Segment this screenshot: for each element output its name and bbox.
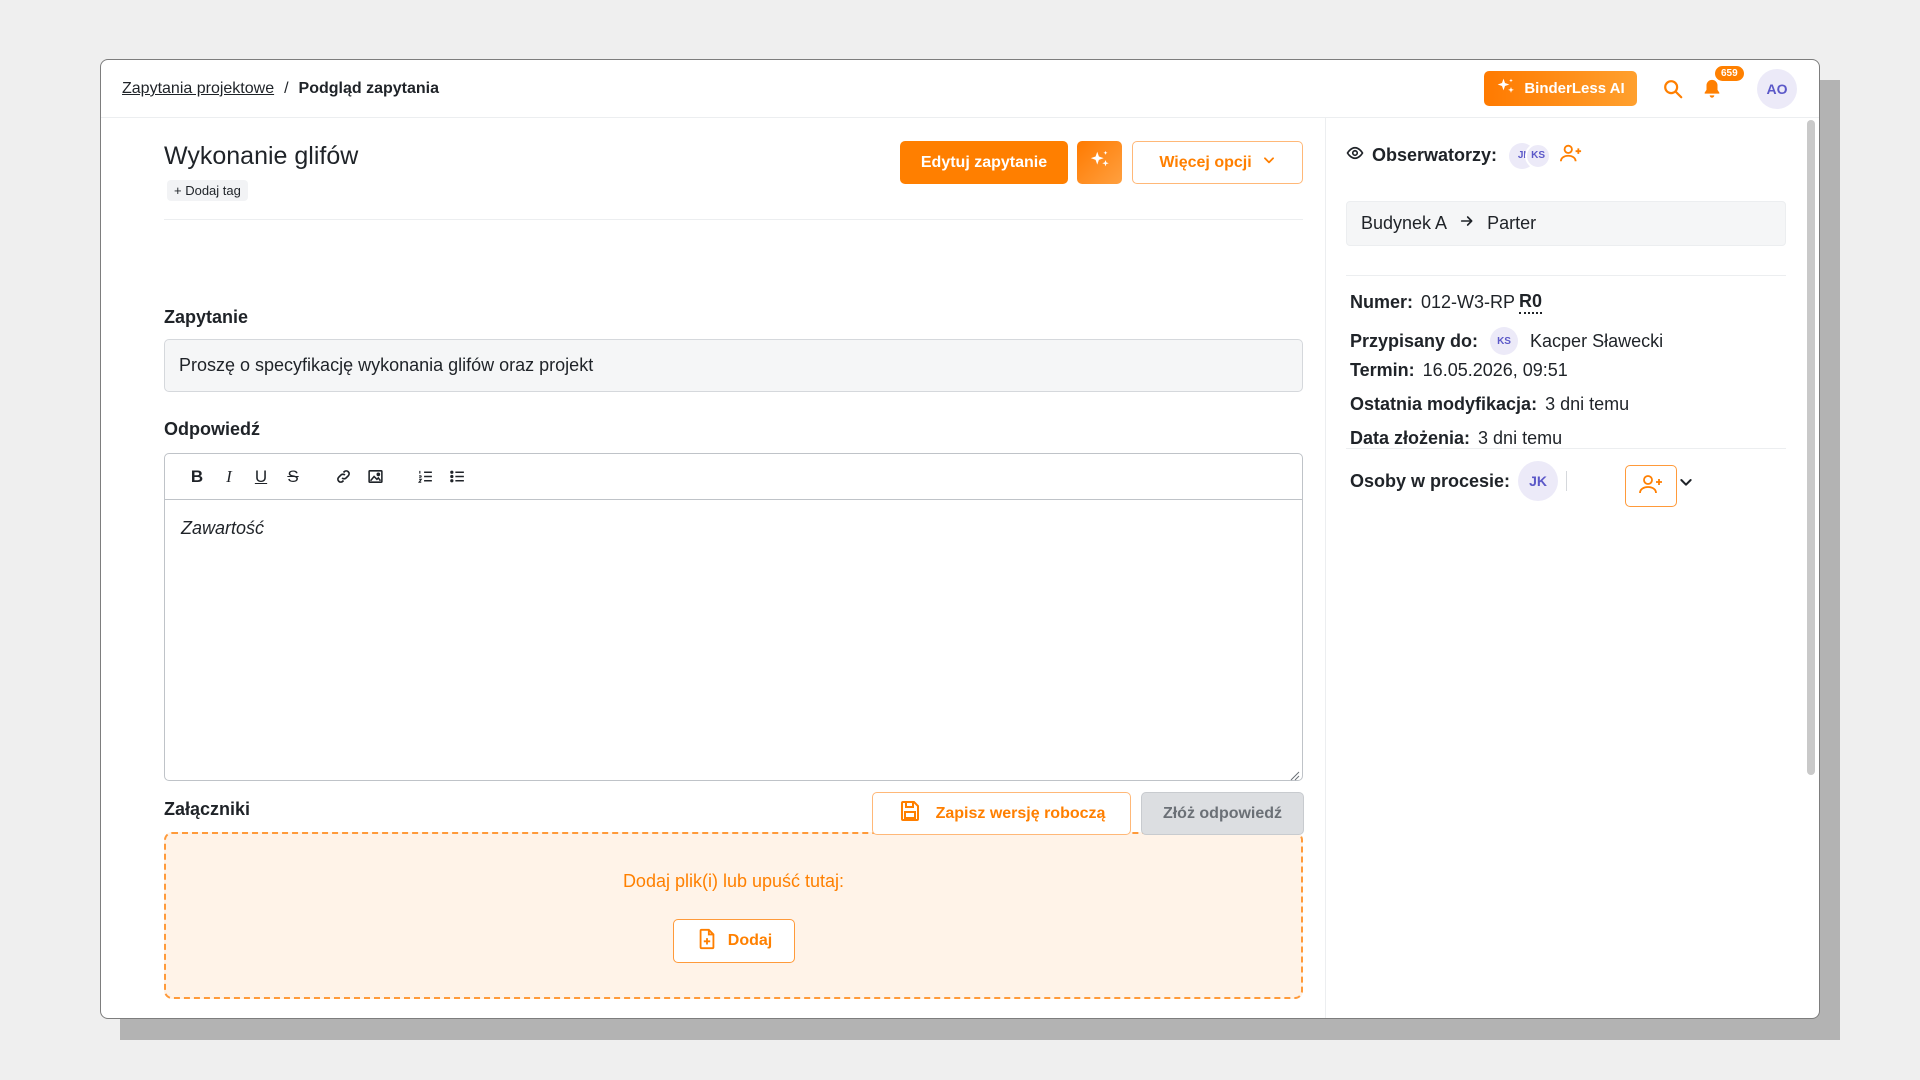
breadcrumb-separator: /	[284, 80, 289, 97]
chevron-down-icon	[1262, 153, 1276, 172]
observers-label: Obserwatorzy:	[1372, 145, 1498, 165]
more-options-button[interactable]: Więcej opcji	[1132, 141, 1303, 184]
people-separator	[1566, 471, 1568, 491]
page-title: Wykonanie glifów	[164, 142, 359, 170]
dropzone-text: Dodaj plik(i) lub upuść tutaj:	[622, 871, 845, 891]
people-label: Osoby w procesie:	[1350, 470, 1511, 491]
save-draft-label: Zapisz wersję roboczą	[935, 804, 1106, 822]
observer-avatar[interactable]: KS	[1525, 142, 1552, 169]
link-icon[interactable]	[327, 464, 359, 490]
edit-request-button[interactable]: Edytuj zapytanie	[900, 141, 1068, 184]
add-file-label: Dodaj	[727, 932, 773, 949]
modified-label: Ostatnia modyfikacja:	[1350, 394, 1538, 414]
app-window: Zapytania projektowe / Podgląd zapytania…	[100, 59, 1820, 1019]
add-file-button[interactable]: Dodaj	[673, 919, 795, 963]
image-icon[interactable]	[359, 464, 391, 490]
observers-row: Obserwatorzy: JI KS	[1346, 142, 1583, 169]
arrow-right-icon	[1459, 213, 1475, 234]
binderless-ai-button[interactable]: BinderLess AI	[1484, 71, 1637, 106]
answer-label: Odpowiedź	[164, 419, 260, 439]
ai-assist-button[interactable]	[1077, 141, 1122, 184]
add-user-icon	[1637, 472, 1665, 501]
inquiry-text-field: Proszę o specyfikację wykonania glifów o…	[164, 339, 1303, 392]
attachments-label: Załączniki	[164, 799, 251, 819]
add-tag-button[interactable]: + Dodaj tag	[167, 180, 248, 201]
answer-editor[interactable]: B I U S Zawartość	[164, 453, 1303, 781]
strikethrough-icon[interactable]: S	[277, 464, 309, 490]
modified-row: Ostatnia modyfikacja: 3 dni temu	[1350, 394, 1629, 415]
revision-badge[interactable]: R0	[1519, 291, 1543, 314]
save-draft-button[interactable]: Zapisz wersję roboczą	[872, 792, 1131, 835]
submit-answer-button[interactable]: Złóż odpowiedź	[1141, 792, 1304, 835]
title-divider	[164, 219, 1303, 220]
assigned-label: Przypisany do:	[1350, 330, 1479, 351]
attachments-dropzone[interactable]: Dodaj plik(i) lub upuść tutaj: Dodaj	[164, 832, 1303, 999]
panel-divider	[1346, 275, 1786, 276]
main-content: Wykonanie glifów + Dodaj tag Edytuj zapy…	[101, 118, 1325, 1018]
sparkle-icon	[1089, 149, 1111, 176]
assignee-avatar: KS	[1490, 327, 1519, 355]
submitted-label: Data złożenia:	[1350, 428, 1471, 448]
number-value: 012-W3-RP	[1421, 292, 1516, 312]
underline-icon[interactable]: U	[245, 464, 277, 490]
notification-badge: 659	[1715, 66, 1744, 81]
inquiry-label: Zapytanie	[164, 307, 249, 327]
breadcrumb-current: Podgląd zapytania	[298, 80, 440, 97]
chevron-down-icon	[1678, 477, 1694, 494]
sparkle-icon	[1496, 77, 1516, 101]
add-observer-icon[interactable]	[1559, 142, 1583, 169]
search-icon[interactable]	[1660, 76, 1686, 102]
panel-divider	[1346, 448, 1786, 449]
add-person-button[interactable]	[1625, 465, 1677, 507]
breadcrumb-link-requests[interactable]: Zapytania projektowe	[122, 80, 274, 98]
assignee-name: Kacper Sławecki	[1530, 330, 1664, 351]
location-floor: Parter	[1487, 213, 1537, 233]
modified-value: 3 dni temu	[1545, 394, 1630, 414]
binderless-ai-label: BinderLess AI	[1524, 80, 1625, 97]
location-path: Budynek A Parter	[1346, 201, 1786, 246]
eye-icon	[1346, 144, 1364, 167]
deadline-label: Termin:	[1350, 360, 1415, 380]
details-panel: Obserwatorzy: JI KS Budynek A Parter Num…	[1325, 118, 1819, 1018]
person-avatar[interactable]: JK	[1518, 461, 1559, 501]
top-bar: Zapytania projektowe / Podgląd zapytania…	[101, 60, 1819, 118]
submitted-row: Data złożenia: 3 dni temu	[1350, 428, 1562, 449]
bullet-list-icon[interactable]	[441, 464, 473, 490]
panel-scrollbar[interactable]	[1807, 120, 1815, 775]
assigned-row: Przypisany do: KS Kacper Sławecki	[1350, 327, 1663, 355]
more-options-label: Więcej opcji	[1159, 153, 1252, 171]
deadline-row: Termin: 16.05.2026, 09:51	[1350, 360, 1568, 381]
location-building: Budynek A	[1361, 213, 1448, 233]
editor-toolbar: B I U S	[165, 454, 1302, 500]
editor-content[interactable]: Zawartość	[165, 500, 1302, 557]
italic-icon[interactable]: I	[213, 464, 245, 490]
save-icon	[898, 799, 922, 828]
submitted-value: 3 dni temu	[1478, 428, 1563, 448]
breadcrumb: Zapytania projektowe / Podgląd zapytania	[122, 80, 439, 98]
number-row: Numer: 012-W3-RP R0	[1350, 291, 1543, 314]
deadline-value: 16.05.2026, 09:51	[1422, 360, 1568, 380]
resize-handle-icon[interactable]	[1290, 768, 1300, 781]
file-add-icon	[696, 927, 718, 956]
user-avatar[interactable]: AO	[1757, 69, 1797, 109]
ordered-list-icon[interactable]	[409, 464, 441, 490]
people-row: Osoby w procesie: JK	[1350, 461, 1568, 501]
inquiry-text: Proszę o specyfikację wykonania glifów o…	[179, 355, 594, 375]
number-label: Numer:	[1350, 292, 1414, 312]
expand-people-button[interactable]	[1678, 474, 1694, 495]
bold-icon[interactable]: B	[181, 464, 213, 490]
